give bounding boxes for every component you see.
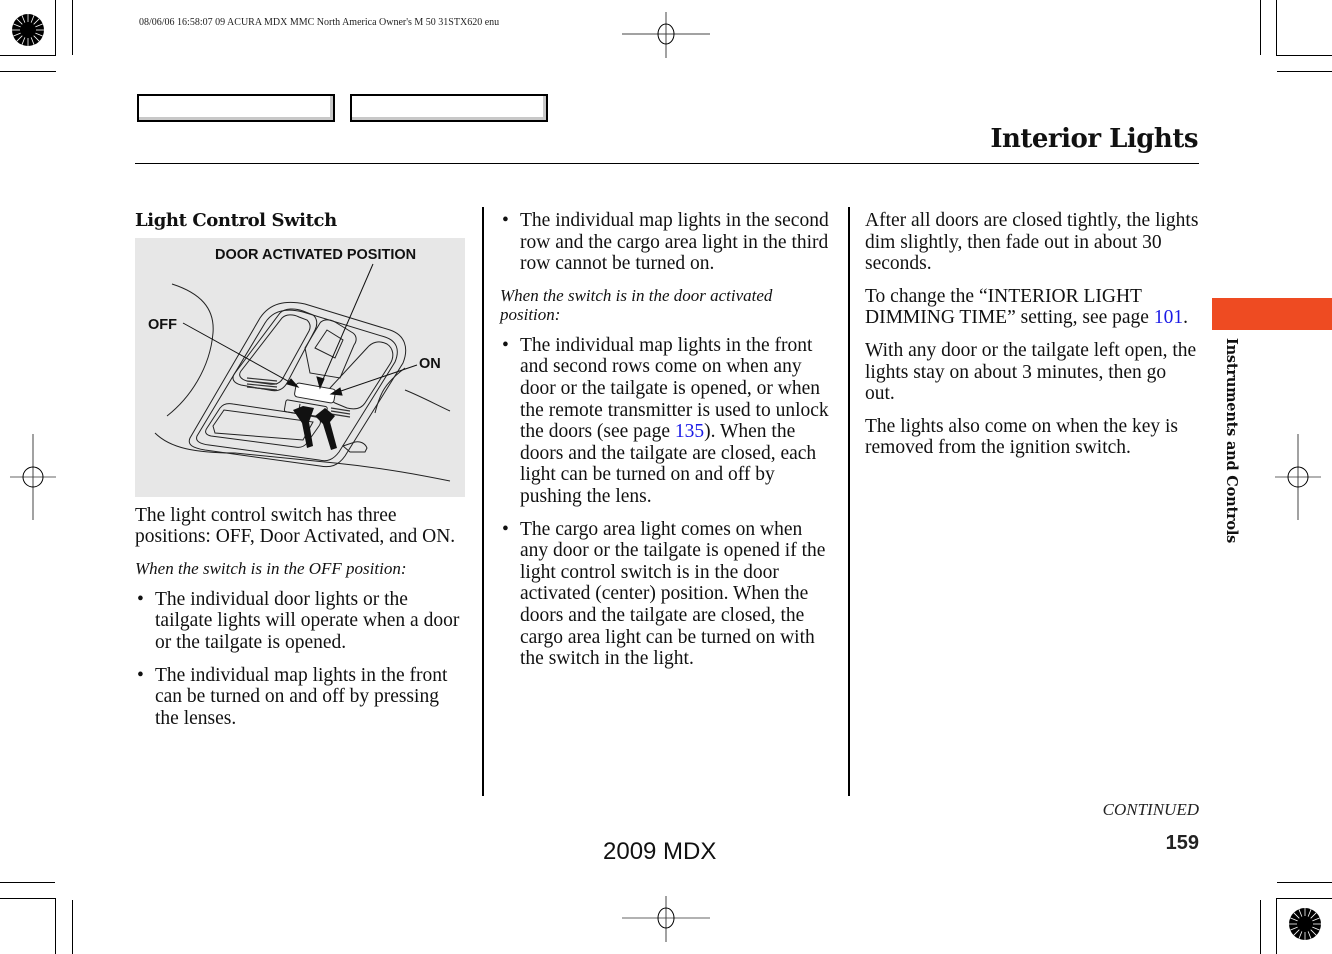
continued-label: CONTINUED	[1102, 800, 1199, 819]
nav-button-next[interactable]	[350, 94, 548, 122]
page-link-135[interactable]: 135	[675, 421, 704, 442]
column-2: • The individual map lights in the second…	[500, 210, 835, 681]
list-item-text: The cargo area light comes on when any d…	[520, 518, 826, 670]
continued-list: • The individual map lights in the second…	[500, 210, 835, 275]
page-link-101[interactable]: 101	[1154, 307, 1183, 328]
off-position-list: • The individual door lights or the tailg…	[135, 589, 465, 730]
list-item: • The individual map lights in the second…	[500, 210, 835, 275]
list-item-text: The individual map lights in the second …	[520, 210, 829, 275]
crop-mark	[72, 900, 73, 954]
print-metadata: 08/06/06 16:58:07 09 ACURA MDX MMC North…	[139, 17, 500, 28]
crop-mark	[1277, 882, 1332, 883]
nav-button-previous[interactable]	[137, 94, 335, 122]
registration-crosshair-icon	[622, 12, 710, 58]
crop-mark	[72, 0, 73, 55]
list-item: • The individual door lights or the tailg…	[135, 589, 465, 654]
bullet-icon: •	[502, 210, 509, 231]
bullet-icon: •	[137, 664, 144, 686]
door-position-list: • The individual map lights in the front …	[500, 335, 835, 670]
crop-mark	[1260, 0, 1261, 55]
overhead-console-illustration	[154, 263, 451, 482]
section-tab-label-wrap: Instruments and Controls	[1222, 338, 1242, 550]
crop-mark	[1276, 898, 1277, 954]
list-item-text: The individual map lights in the front a…	[520, 335, 829, 507]
page-title: Interior Lights	[990, 124, 1198, 154]
registration-sunburst-icon	[1289, 908, 1321, 940]
bullet-icon: •	[502, 334, 509, 356]
column-divider	[482, 207, 484, 796]
crop-mark	[1276, 55, 1332, 56]
registration-crosshair-icon	[1275, 434, 1321, 520]
door-position-heading: When the switch is in the door activated…	[500, 285, 773, 324]
paragraph: With any door or the tailgate left open,…	[865, 339, 1197, 405]
page-number: 159	[1165, 832, 1199, 854]
bullet-icon: •	[502, 518, 509, 540]
crop-mark	[1260, 900, 1261, 954]
crop-mark	[55, 898, 56, 954]
crop-mark	[1276, 0, 1277, 55]
registration-crosshair-icon	[622, 896, 710, 942]
crop-mark	[0, 898, 56, 899]
registration-sunburst-icon	[12, 14, 44, 46]
column-divider	[848, 207, 850, 796]
crop-mark	[55, 0, 56, 55]
crop-mark	[0, 71, 56, 72]
figure-label-door-activated: DOOR ACTIVATED POSITION	[215, 246, 417, 263]
figure-label-on: ON	[419, 355, 441, 372]
crop-mark	[1277, 71, 1332, 72]
paragraph: The lights also come on when the key is …	[865, 415, 1179, 459]
model-label: 2009 MDX	[603, 838, 717, 865]
crop-mark	[0, 55, 56, 56]
column-3: After all doors are closed tightly, the …	[865, 210, 1200, 470]
list-item: • The individual map lights in the front …	[135, 665, 465, 730]
list-item-text: The individual map lights in the front c…	[155, 664, 448, 729]
figure-label-off: OFF	[148, 316, 177, 333]
section-tab-label: Instruments and Controls	[1223, 338, 1240, 544]
list-item: • The cargo area light comes on when any …	[500, 519, 835, 670]
section-tab[interactable]	[1212, 298, 1332, 330]
registration-crosshair-icon	[10, 434, 56, 520]
column-1: Light Control Switch DOOR ACTIVATED POSI…	[135, 210, 465, 740]
list-item: • The individual map lights in the front …	[500, 335, 835, 508]
crop-mark	[0, 882, 55, 883]
text-run: .	[1183, 307, 1188, 329]
intro-paragraph: The light control switch has three posit…	[135, 504, 456, 548]
off-position-heading: When the switch is in the OFF position:	[135, 558, 407, 578]
crop-mark	[1276, 898, 1332, 899]
light-switch-figure: DOOR ACTIVATED POSITION OFF ON	[135, 237, 465, 497]
text-run: To change the “INTERIOR LIGHT DIMMING TI…	[865, 285, 1154, 329]
section-heading: Light Control Switch	[135, 210, 337, 231]
title-divider	[135, 163, 1199, 164]
paragraph: After all doors are closed tightly, the …	[865, 210, 1199, 275]
paragraph: To change the “INTERIOR LIGHT DIMMING TI…	[865, 286, 1200, 329]
bullet-icon: •	[137, 588, 144, 610]
list-item-text: The individual door lights or the tailga…	[155, 588, 460, 653]
